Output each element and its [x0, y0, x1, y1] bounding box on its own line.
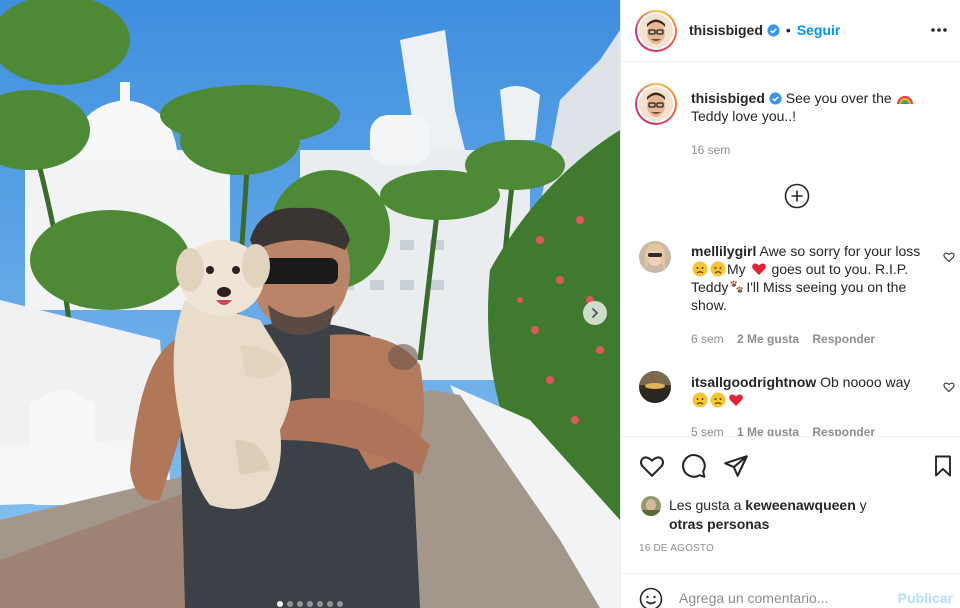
carousel-dot [307, 601, 313, 607]
caption-text-line1: See you over the [785, 90, 892, 106]
header-user-line: thisisbiged • Seguir [689, 22, 840, 38]
avatar-photo [639, 241, 671, 273]
comment-time: 5 sem [691, 425, 724, 436]
comment-text-line2a: My [727, 261, 746, 277]
red-heart-emoji-icon [751, 263, 766, 275]
comment-likes-count[interactable]: 1 Me gusta [737, 425, 799, 436]
sad-face-emoji-icon [692, 392, 708, 408]
more-options-icon[interactable] [929, 20, 949, 40]
caption: thisisbiged See you over the Teddy love … [691, 89, 931, 125]
post-photo [0, 0, 620, 608]
likes-summary: Les gusta a keweenawqueen y otras person… [669, 496, 929, 534]
post-header: thisisbiged • Seguir [621, 0, 960, 62]
avatar-illustration [639, 87, 673, 121]
avatar-photo [639, 371, 671, 403]
commenter-avatar[interactable] [639, 371, 671, 403]
caption-username[interactable]: thisisbiged [691, 90, 765, 106]
chevron-right-icon [592, 308, 599, 318]
comment-text-line4: show. [691, 297, 727, 313]
post-image[interactable] [0, 0, 620, 608]
red-heart-emoji-icon [729, 394, 743, 406]
post-actions: Les gusta a keweenawqueen y otras person… [621, 436, 960, 573]
author-avatar[interactable] [635, 10, 677, 52]
comment-meta: 6 sem 2 Me gusta Responder [691, 332, 885, 346]
save-bookmark-icon[interactable] [931, 453, 955, 479]
author-username[interactable]: thisisbiged [689, 22, 763, 38]
reply-button[interactable]: Responder [812, 425, 875, 436]
like-comment-heart-icon[interactable] [943, 381, 955, 393]
carousel-indicator [0, 600, 620, 608]
caption-avatar[interactable] [635, 83, 677, 125]
load-more-comments-icon[interactable] [784, 183, 810, 209]
post-side-panel: thisisbiged•Seguir thisisbiged See you [620, 0, 960, 608]
share-paper-plane-icon[interactable] [723, 453, 749, 479]
paw-prints-emoji-icon [730, 280, 744, 293]
avatar-photo [641, 496, 661, 516]
caption-time: 16 sem [691, 143, 731, 157]
carousel-dot [287, 601, 293, 607]
like-heart-icon[interactable] [639, 453, 665, 479]
comment-text-line1: Ob noooo way [820, 374, 911, 390]
comment-time: 6 sem [691, 332, 724, 346]
follow-button[interactable]: Seguir [797, 22, 841, 38]
others-link[interactable]: otras personas [669, 516, 769, 532]
comment-input[interactable] [679, 588, 889, 608]
emoji-picker-icon[interactable] [639, 587, 663, 608]
likes-prefix: Les gusta a [669, 497, 742, 513]
comment-username[interactable]: itsallgoodrightnow [691, 374, 816, 390]
caption-text-line2: Teddy love you..! [691, 108, 797, 124]
comment-text-line1: Awe so sorry for your loss [759, 243, 921, 259]
sad-face-emoji-icon [710, 392, 726, 408]
caption-meta: 16 sem [691, 143, 740, 157]
commenter-avatar[interactable] [639, 241, 671, 273]
sad-face-emoji-icon [710, 261, 726, 277]
comment-likes-count[interactable]: 2 Me gusta [737, 332, 799, 346]
verified-badge-icon [769, 92, 782, 105]
comment-bubble-icon[interactable] [681, 453, 707, 479]
publish-button[interactable]: Publicar [898, 590, 953, 606]
carousel-dot [297, 601, 303, 607]
carousel-dot [317, 601, 323, 607]
carousel-dot [337, 601, 343, 607]
comment-body: mellilygirl Awe so sorry for your loss M… [691, 242, 931, 314]
rainbow-emoji-icon [896, 96, 913, 105]
liker-username[interactable]: keweenawqueen [745, 497, 856, 513]
next-image-button[interactable] [583, 301, 607, 325]
carousel-dot [327, 601, 333, 607]
reply-button[interactable]: Responder [812, 332, 875, 346]
comment-username[interactable]: mellilygirl [691, 243, 756, 259]
like-comment-heart-icon[interactable] [943, 251, 955, 263]
likes-conj: y [859, 497, 867, 513]
comments-list[interactable]: thisisbiged See you over the Teddy love … [621, 63, 960, 436]
comment-text-line3b: I'll Miss seeing you on the [746, 279, 907, 295]
comment-body: itsallgoodrightnow Ob noooo way [691, 373, 931, 409]
comment-meta: 5 sem 1 Me gusta Responder [691, 425, 885, 436]
comment-text-line3a: Teddy [691, 279, 729, 295]
liker-avatar[interactable] [641, 496, 661, 516]
add-comment-bar: Publicar [621, 573, 960, 608]
carousel-dot [277, 601, 283, 607]
sad-face-emoji-icon [692, 261, 708, 277]
verified-badge-icon [767, 24, 780, 37]
avatar-illustration [639, 14, 673, 48]
comment-text-line2b: goes out to you. R.I.P. [771, 261, 909, 277]
header-separator: • [785, 22, 791, 38]
post-date[interactable]: 16 DE AGOSTO [639, 543, 714, 554]
